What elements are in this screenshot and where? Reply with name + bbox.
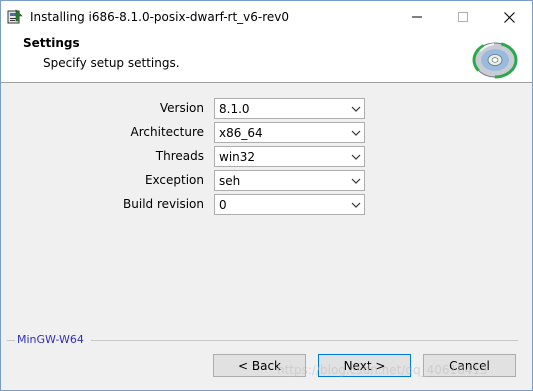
version-select[interactable]: 8.1.0 bbox=[214, 98, 365, 119]
threads-row: Threads win32 bbox=[1, 146, 532, 168]
maximize-icon bbox=[458, 12, 468, 22]
exception-label: Exception bbox=[144, 173, 204, 187]
title-bar[interactable]: Installing i686-8.1.0-posix-dwarf-rt_v6-… bbox=[1, 1, 532, 33]
maximize-button[interactable] bbox=[440, 1, 486, 33]
chevron-down-icon bbox=[351, 106, 361, 112]
build-revision-label: Build revision bbox=[123, 197, 204, 211]
page-title: Settings bbox=[23, 36, 80, 50]
chevron-down-icon bbox=[351, 130, 361, 136]
chevron-down-icon bbox=[351, 178, 361, 184]
architecture-select[interactable]: x86_64 bbox=[214, 122, 365, 143]
version-row: Version 8.1.0 bbox=[1, 98, 532, 120]
version-label: Version bbox=[159, 101, 204, 115]
exception-value: seh bbox=[219, 174, 241, 188]
threads-value: win32 bbox=[219, 150, 256, 164]
architecture-value: x86_64 bbox=[219, 126, 263, 140]
threads-label: Threads bbox=[155, 149, 204, 163]
close-icon bbox=[503, 11, 515, 23]
installer-icon bbox=[7, 9, 23, 25]
minimize-button[interactable] bbox=[394, 1, 440, 33]
brand-divider-left bbox=[7, 340, 15, 341]
build-revision-select[interactable]: 0 bbox=[214, 194, 365, 215]
installer-window: Installing i686-8.1.0-posix-dwarf-rt_v6-… bbox=[0, 0, 533, 391]
threads-select[interactable]: win32 bbox=[214, 146, 365, 167]
watermark: https://blog.csdn.net/qq_40618413 bbox=[277, 363, 488, 377]
architecture-row: Architecture x86_64 bbox=[1, 122, 532, 144]
build-revision-row: Build revision 0 bbox=[1, 194, 532, 216]
cd-disc-icon bbox=[472, 39, 518, 79]
page-subtitle: Specify setup settings. bbox=[43, 56, 180, 70]
brand-label: MinGW-W64 bbox=[17, 333, 84, 346]
architecture-label: Architecture bbox=[130, 125, 204, 139]
build-revision-value: 0 bbox=[219, 198, 227, 212]
version-value: 8.1.0 bbox=[219, 102, 250, 116]
exception-row: Exception seh bbox=[1, 170, 532, 192]
minimize-icon bbox=[412, 16, 422, 18]
header-panel: Settings Specify setup settings. bbox=[1, 33, 532, 83]
exception-select[interactable]: seh bbox=[214, 170, 365, 191]
chevron-down-icon bbox=[351, 154, 361, 160]
brand-divider bbox=[91, 340, 518, 341]
chevron-down-icon bbox=[351, 202, 361, 208]
window-title: Installing i686-8.1.0-posix-dwarf-rt_v6-… bbox=[30, 10, 290, 24]
close-button[interactable] bbox=[486, 1, 532, 33]
